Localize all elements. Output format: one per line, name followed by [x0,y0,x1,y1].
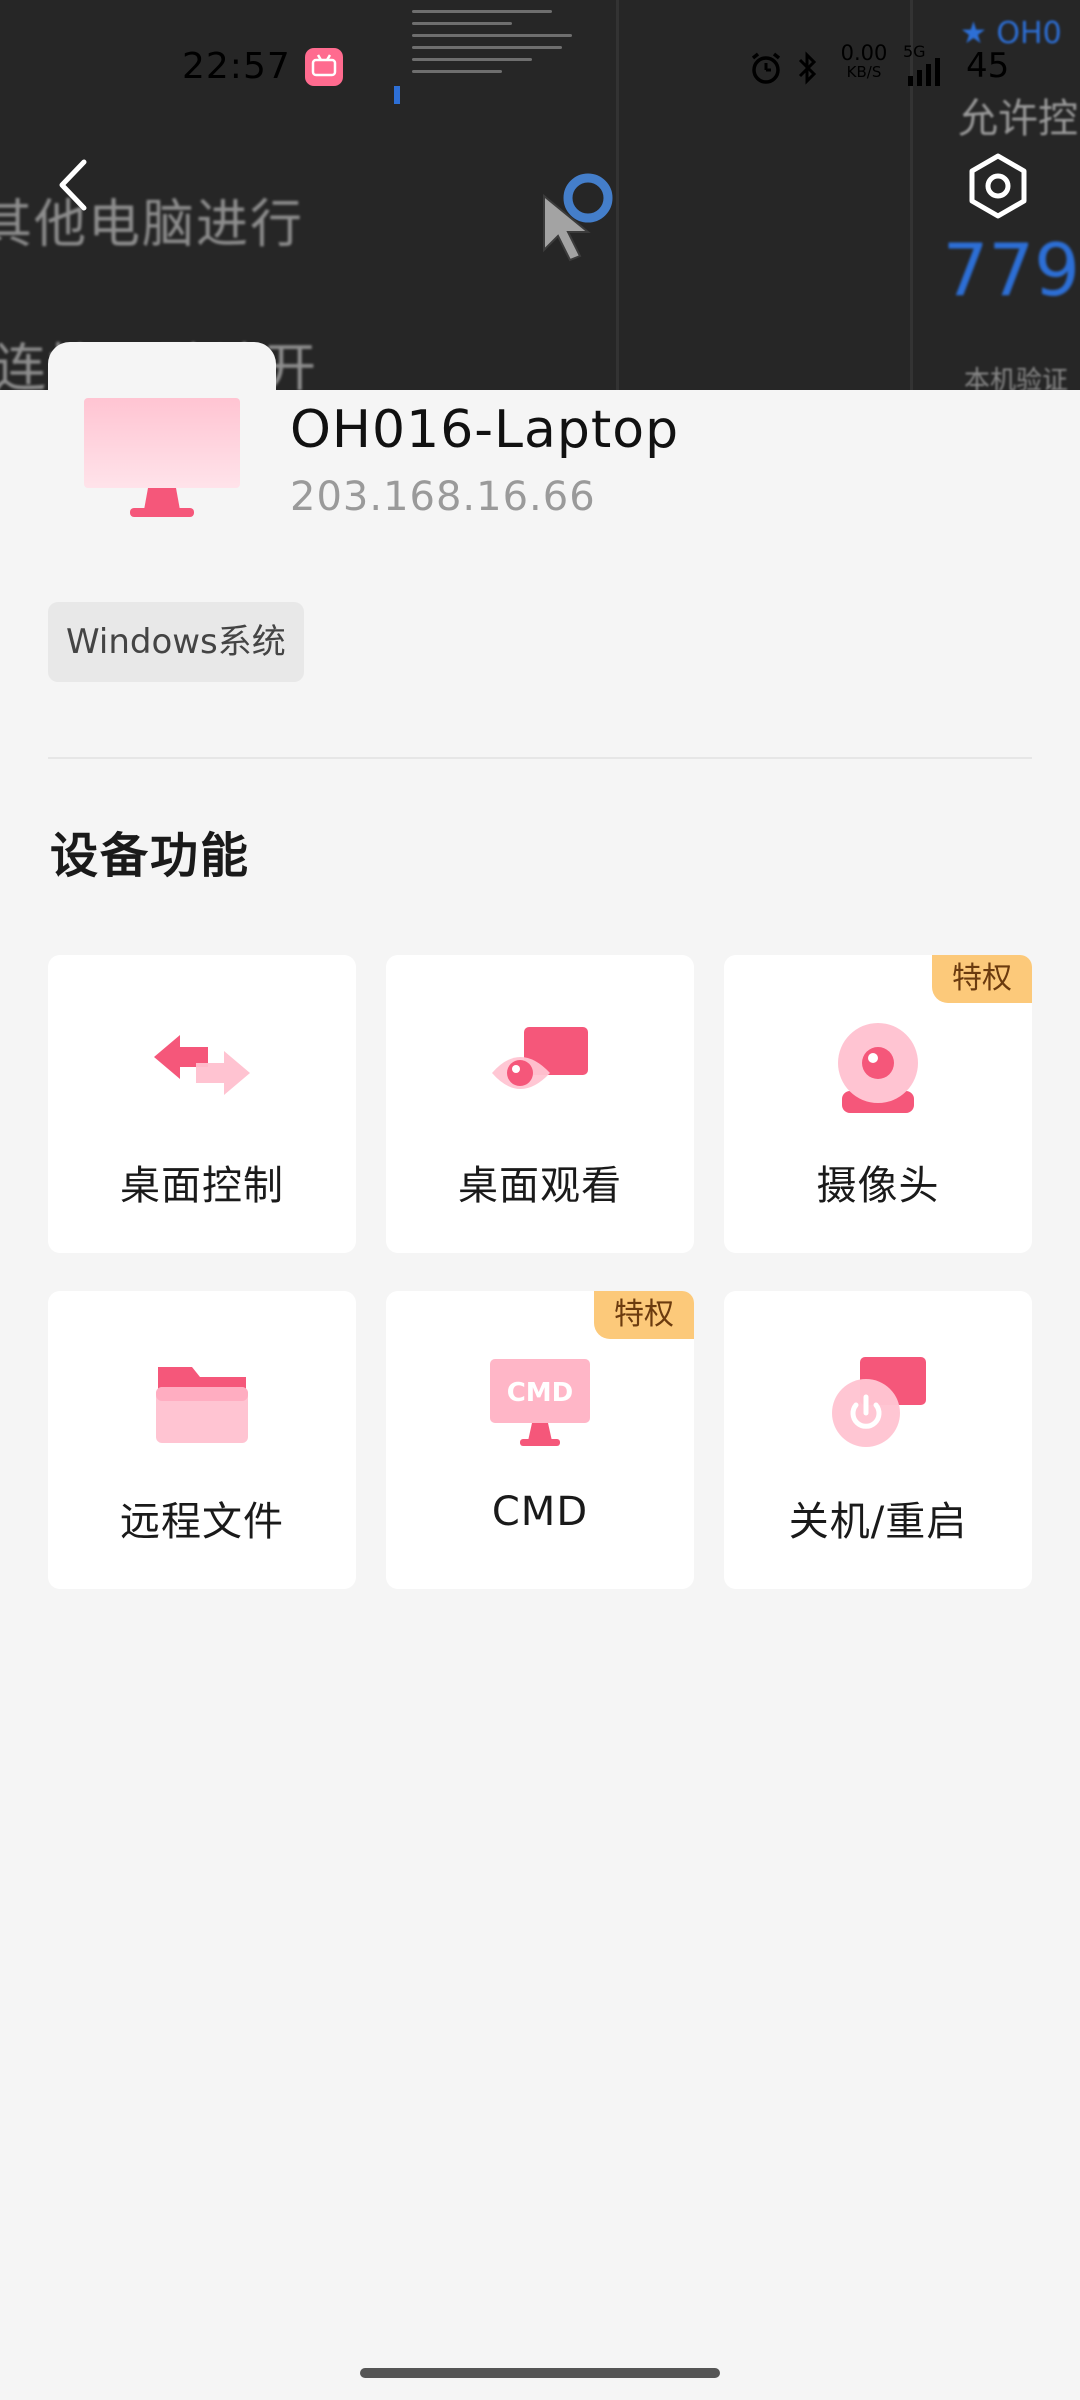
feature-desktop-control[interactable]: 桌面控制 [48,955,356,1253]
privilege-badge: 特权 [594,1291,694,1339]
chevron-left-icon [59,159,87,211]
feature-label: 关机/重启 [788,1499,968,1545]
app-icon [305,48,343,86]
loading-ring-icon [563,173,613,223]
folder-icon [156,1367,248,1443]
remote-desktop-preview: 其他电脑进行 连接，默认开 ★ OH0 允许控 779 本机验证 22:57 [0,0,1080,390]
battery-level: 45 [966,46,1010,86]
status-bar: 22:57 0.00 KB/S 5G 45 [0,40,1080,96]
signal-icon [908,58,940,86]
home-indicator[interactable] [360,2368,720,2378]
cmd-monitor-icon: CMD [490,1359,590,1446]
feature-remote-files[interactable]: 远程文件 [48,1291,356,1589]
desktop-control-icon [154,1035,250,1095]
divider [48,757,1032,759]
net-speed-unit: KB/S [846,63,882,81]
feature-label: 桌面观看 [458,1163,622,1209]
device-ip: 203.168.16.66 [290,474,596,520]
feature-desktop-view[interactable]: 桌面观看 [386,955,694,1253]
status-time: 22:57 [182,46,291,87]
back-button[interactable] [44,150,104,220]
preview-text-small: 本机验证 [964,366,1069,390]
privilege-badge: 特权 [932,955,1032,1003]
feature-label: 摄像头 [816,1163,940,1209]
feature-label: 桌面控制 [120,1163,284,1209]
desktop-view-icon [492,1027,588,1089]
net-speed: 0.00 KB/S [834,42,894,80]
camera-icon [838,1023,918,1113]
net-speed-value: 0.00 [840,41,888,65]
settings-button[interactable] [962,150,1034,222]
bluetooth-icon [798,51,817,85]
feature-power[interactable]: 关机/重启 [724,1291,1032,1589]
feature-camera[interactable]: 摄像头 特权 [724,955,1032,1253]
feature-cmd[interactable]: CMD CMD 特权 [386,1291,694,1589]
section-title: 设备功能 [50,828,251,884]
device-name: OH016-Laptop [290,400,680,460]
feature-label: 远程文件 [120,1499,284,1545]
power-icon [832,1357,926,1447]
cmd-icon-text: CMD [507,1378,574,1408]
screen: 其他电脑进行 连接，默认开 ★ OH0 允许控 779 本机验证 22:57 [0,0,1080,2400]
alarm-icon [751,52,781,84]
feature-label: CMD [491,1489,589,1535]
computer-monitor-icon [84,398,240,517]
hexagon-settings-icon [969,153,1027,219]
preview-number: 779 [942,228,1080,312]
os-tag: Windows系统 [48,602,304,682]
